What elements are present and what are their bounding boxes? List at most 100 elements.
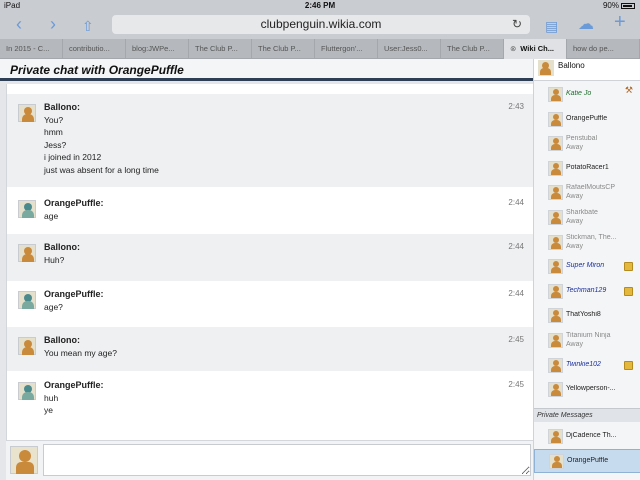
browser-toolbar: ‹ › ⇧ clubpenguin.wikia.com ↻ ▤ ☁ + xyxy=(0,12,640,39)
sidebar-user[interactable]: RafaelMoutsCP Away xyxy=(534,181,640,205)
user-name: OrangePuffle xyxy=(566,114,608,122)
sidebar-user[interactable]: Penstubal Away xyxy=(534,132,640,156)
address-bar[interactable]: clubpenguin.wikia.com ↻ xyxy=(112,15,530,34)
message-timestamp: 2:45 xyxy=(508,335,524,344)
user-status: Away xyxy=(566,242,583,250)
forward-icon[interactable]: › xyxy=(50,15,56,33)
tab-4[interactable]: The Club P... xyxy=(252,39,315,59)
bookmarks-icon[interactable]: ▤ xyxy=(545,17,558,35)
chat-moderator-badge-icon xyxy=(624,360,633,370)
tab-label: User:Jess0... xyxy=(384,44,428,53)
sidebar-user[interactable]: Techman129 xyxy=(534,280,640,304)
tab-label: The Club P... xyxy=(447,44,490,53)
user-name: Katie Jo xyxy=(566,90,592,97)
tab-label: how do pe... xyxy=(573,44,614,53)
message-line: i joined in 2012 xyxy=(44,152,102,163)
user-avatar xyxy=(548,357,563,373)
admin-hammer-icon: ⚒ xyxy=(624,85,633,95)
sidebar-user[interactable]: OrangePuffle xyxy=(534,108,640,132)
tab-label: Wiki Ch... xyxy=(520,44,554,53)
chat-title: Private chat with OrangePuffle xyxy=(10,63,184,77)
user-name: Yellowperson-... xyxy=(566,385,616,393)
message-line: age? xyxy=(44,302,63,312)
user-name: PotatoRacer1 xyxy=(566,163,609,171)
back-icon[interactable]: ‹ xyxy=(16,15,22,33)
sidebar-user[interactable]: Stickman, The... Away xyxy=(534,231,640,255)
message-author: Ballono: xyxy=(44,242,80,252)
message-line: You? xyxy=(44,115,64,125)
user-avatar xyxy=(548,136,563,152)
tab-8[interactable]: ⊗ Wiki Ch... xyxy=(504,39,567,59)
tab-3[interactable]: The Club P... xyxy=(189,39,252,59)
sidebar-user[interactable]: Katie Jo ⚒ xyxy=(534,83,640,107)
message-line: You mean my age? xyxy=(44,348,117,358)
battery-percent: 90% xyxy=(602,1,619,10)
status-bar: iPad 2:46 PM 90% xyxy=(0,0,640,12)
current-user-avatar xyxy=(538,60,554,76)
share-icon[interactable]: ⇧ xyxy=(82,17,94,35)
reload-icon[interactable]: ↻ xyxy=(512,15,522,34)
chat-moderator-badge-icon xyxy=(624,286,633,296)
message-line: just was absent for a long time xyxy=(44,164,159,175)
chat-moderator-badge-icon xyxy=(624,262,633,272)
message-timestamp: 2:44 xyxy=(508,198,524,207)
user-avatar xyxy=(548,87,563,102)
tab-label: contributio... xyxy=(69,44,110,53)
message-author: Ballono: xyxy=(44,335,80,345)
message-author: Ballono: xyxy=(44,102,80,112)
tab-0[interactable]: In 2015 - C... xyxy=(0,39,63,59)
sidebar-user[interactable]: ThatYoshi8 xyxy=(534,304,640,328)
sidebar-user[interactable]: Twinkie102 xyxy=(534,354,640,378)
pm-user-avatar xyxy=(549,454,564,469)
sidebar-user[interactable]: Yellowperson-... xyxy=(534,378,640,402)
message-author: OrangePuffle: xyxy=(44,198,104,208)
user-avatar xyxy=(548,234,563,250)
message-avatar xyxy=(18,291,36,309)
chat-input-bar xyxy=(6,440,533,480)
tab-2[interactable]: blog:JWPe... xyxy=(126,39,189,59)
tab-5[interactable]: Fluttergon'... xyxy=(315,39,378,59)
battery-indicator: 90% xyxy=(603,1,635,10)
chat-message: Ballono: 2:44 Huh? xyxy=(7,234,534,281)
user-avatar xyxy=(548,160,563,176)
user-avatar xyxy=(548,259,563,275)
chat-message: OrangePuffle: 2:44 age? xyxy=(7,281,534,325)
tab-bar: In 2015 - C... contributio... blog:JWPe...… xyxy=(0,39,640,59)
close-tab-icon[interactable]: ⊗ xyxy=(510,44,516,53)
user-avatar xyxy=(548,283,563,299)
user-name: Penstubal xyxy=(566,135,598,143)
tab-7[interactable]: The Club P... xyxy=(441,39,504,59)
message-avatar xyxy=(18,382,36,400)
tab-label: The Club P... xyxy=(258,44,301,53)
private-message-user[interactable]: OrangePuffle xyxy=(534,449,640,473)
user-name: Techman129 xyxy=(566,286,607,294)
new-tab-icon[interactable]: + xyxy=(614,12,626,32)
message-line: Huh? xyxy=(44,255,65,265)
clock: 2:46 PM xyxy=(304,1,336,10)
message-line: hmm xyxy=(44,127,63,138)
tab-6[interactable]: User:Jess0... xyxy=(378,39,441,59)
user-name: Twinkie102 xyxy=(566,360,601,368)
tab-label: blog:JWPe... xyxy=(132,44,175,53)
user-avatar xyxy=(548,333,563,348)
user-avatar xyxy=(548,382,563,398)
pm-user-avatar xyxy=(548,429,563,444)
user-status: Away xyxy=(566,144,583,152)
message-input[interactable] xyxy=(43,444,531,476)
user-avatar xyxy=(548,308,563,324)
sidebar-user[interactable]: PotatoRacer1 xyxy=(534,157,640,181)
user-status: Away xyxy=(566,193,583,201)
user-name: Stickman, The... xyxy=(566,233,617,241)
message-timestamp: 2:44 xyxy=(508,289,524,298)
message-list[interactable]: Ballono: 2:43 You? hmm Jess? i joined in 2012… xyxy=(6,84,534,440)
icloud-tabs-icon[interactable]: ☁ xyxy=(578,16,594,34)
tab-9[interactable]: how do pe... xyxy=(567,39,640,59)
sidebar-user[interactable]: Sharkbate Away xyxy=(534,206,640,230)
sidebar-user[interactable]: Super Miron xyxy=(534,255,640,279)
current-user[interactable]: Ballono xyxy=(534,59,640,81)
user-list-sidebar: Ballono Katie Jo ⚒ OrangePuffle Penstubal Aw… xyxy=(533,59,640,480)
private-message-user[interactable]: DjCadence Th... xyxy=(534,425,640,449)
tab-1[interactable]: contributio... xyxy=(63,39,126,59)
sidebar-user[interactable]: Titanium Ninja Away xyxy=(534,329,640,353)
wiki-chat-page: Private chat with OrangePuffle Ballono: 2… xyxy=(0,59,640,480)
